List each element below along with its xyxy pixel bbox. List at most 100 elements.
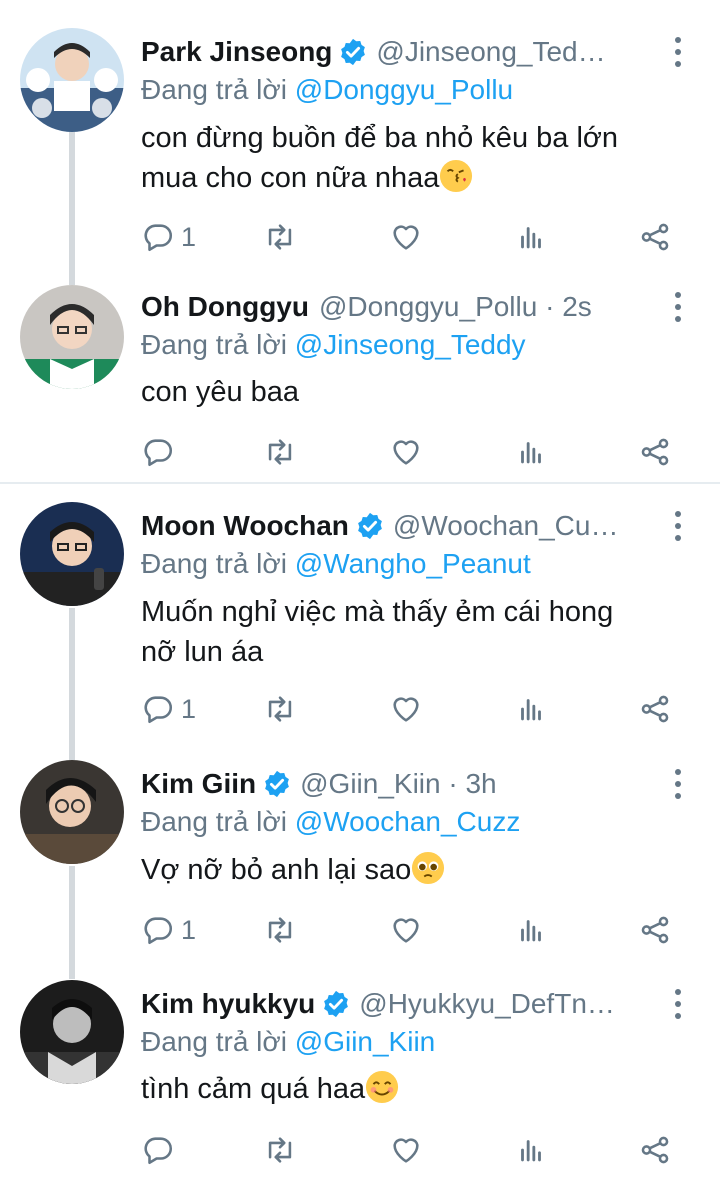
replying-to: Đang trả lời @Woochan_Cuzz xyxy=(141,806,520,838)
tweet[interactable]: Park Jinseong @Jinseong_Ted… Đang trả lờ… xyxy=(0,28,720,270)
display-name[interactable]: Park Jinseong xyxy=(141,36,332,68)
retweet-button[interactable] xyxy=(263,910,297,950)
reply-icon xyxy=(144,439,173,467)
reply-icon xyxy=(144,696,173,724)
reply-button[interactable]: 1 xyxy=(141,217,196,257)
like-icon xyxy=(393,1138,419,1163)
retweet-button[interactable] xyxy=(263,689,297,729)
avatar-image xyxy=(20,760,124,864)
share-icon xyxy=(641,438,669,466)
share-button[interactable] xyxy=(638,910,672,950)
more-icon[interactable] xyxy=(670,986,686,1022)
retweet-button[interactable] xyxy=(263,217,297,257)
like-button[interactable] xyxy=(389,689,423,729)
retweet-icon xyxy=(268,439,292,465)
analytics-icon xyxy=(521,1140,541,1162)
analytics-button[interactable] xyxy=(514,1130,548,1170)
more-icon[interactable] xyxy=(670,34,686,70)
face-blowing-kiss-emoji-icon xyxy=(440,159,473,193)
share-icon xyxy=(641,1136,669,1164)
display-name[interactable]: Kim hyukkyu xyxy=(141,988,315,1020)
analytics-button[interactable] xyxy=(514,910,548,950)
replying-label: Đang trả lời xyxy=(141,329,295,360)
retweet-button[interactable] xyxy=(263,1130,297,1170)
replying-label: Đang trả lời xyxy=(141,74,295,105)
tweet-header: Kim hyukkyu @Hyukkyu_DefTn… xyxy=(141,982,651,1026)
tweet-actions: 1 xyxy=(0,910,720,950)
thread-divider xyxy=(0,482,720,484)
display-name[interactable]: Moon Woochan xyxy=(141,510,349,542)
retweet-icon xyxy=(268,917,292,943)
like-button[interactable] xyxy=(389,217,423,257)
replying-label: Đang trả lời xyxy=(141,806,295,837)
replying-to: Đang trả lời @Giin_Kiin xyxy=(141,1026,435,1058)
like-button[interactable] xyxy=(389,910,423,950)
tweet-text-line: mua cho con nữa nhaa xyxy=(141,162,440,194)
handle[interactable]: @Jinseong_Ted… xyxy=(376,36,605,68)
avatar[interactable] xyxy=(20,502,124,606)
reply-button[interactable]: 1 xyxy=(141,689,196,729)
replying-to: Đang trả lời @Wangho_Peanut xyxy=(141,548,531,580)
more-icon[interactable] xyxy=(670,508,686,544)
tweet-header: Kim Giin @Giin_Kiin · 3h xyxy=(141,762,651,806)
reply-button[interactable] xyxy=(141,1130,181,1170)
avatar[interactable] xyxy=(20,760,124,864)
handle[interactable]: @Giin_Kiin · 3h xyxy=(300,768,497,800)
display-name[interactable]: Oh Donggyu xyxy=(141,291,309,323)
tweet-text-line-with-emoji: Vợ nỡ bỏ anh lại sao xyxy=(141,850,681,890)
retweet-icon xyxy=(268,1137,292,1163)
tweet[interactable]: Moon Woochan @Woochan_Cu… Đang trả lời @… xyxy=(0,502,720,744)
mention-link[interactable]: @Jinseong_Teddy xyxy=(295,329,526,360)
tweet-text-line: nỡ lun áa xyxy=(141,636,264,668)
share-button[interactable] xyxy=(638,689,672,729)
reply-icon xyxy=(144,917,173,945)
avatar[interactable] xyxy=(20,285,124,389)
share-button[interactable] xyxy=(638,217,672,257)
retweet-button[interactable] xyxy=(263,432,297,472)
analytics-button[interactable] xyxy=(514,217,548,257)
avatar[interactable] xyxy=(20,28,124,132)
tweet-text-line-with-emoji: mua cho con nữa nhaa xyxy=(141,158,681,198)
tweet-text: con đừng buồn để ba nhỏ kêu ba lớn mua c… xyxy=(141,118,681,198)
display-name[interactable]: Kim Giin xyxy=(141,768,256,800)
avatar-image xyxy=(20,980,124,1084)
like-button[interactable] xyxy=(389,1130,423,1170)
tweet-actions: 1 xyxy=(0,689,720,729)
tweet-text-line-with-emoji: tình cảm quá haa xyxy=(141,1069,681,1109)
mention-link[interactable]: @Donggyu_Pollu xyxy=(295,74,513,105)
handle[interactable]: @Donggyu_Pollu · 2s xyxy=(319,291,592,323)
tweet[interactable]: Kim Giin @Giin_Kiin · 3h Đang trả lời @W… xyxy=(0,760,720,962)
replying-label: Đang trả lời xyxy=(141,1026,295,1057)
avatar[interactable] xyxy=(20,980,124,1084)
more-icon[interactable] xyxy=(670,766,686,802)
share-button[interactable] xyxy=(638,432,672,472)
verified-badge-icon xyxy=(324,990,349,1018)
like-icon xyxy=(393,697,419,722)
more-icon[interactable] xyxy=(670,289,686,325)
like-button[interactable] xyxy=(389,432,423,472)
analytics-button[interactable] xyxy=(514,689,548,729)
reply-button[interactable] xyxy=(141,432,181,472)
retweet-icon xyxy=(268,696,292,722)
analytics-icon xyxy=(521,920,541,942)
handle[interactable]: @Hyukkyu_DefTn… xyxy=(359,988,615,1020)
reply-button[interactable]: 1 xyxy=(141,910,196,950)
reply-count: 1 xyxy=(181,914,197,945)
share-icon xyxy=(641,223,669,251)
analytics-icon xyxy=(521,699,541,721)
analytics-button[interactable] xyxy=(514,432,548,472)
tweet[interactable]: Oh Donggyu @Donggyu_Pollu · 2s Đang trả … xyxy=(0,285,720,480)
tweet-text: con yêu baa xyxy=(141,372,681,412)
tweet-text: Muốn nghỉ việc mà thấy ẻm cái hong nỡ lu… xyxy=(141,592,681,672)
share-button[interactable] xyxy=(638,1130,672,1170)
tweet-header: Moon Woochan @Woochan_Cu… xyxy=(141,504,651,548)
mention-link[interactable]: @Giin_Kiin xyxy=(295,1026,435,1057)
replying-label: Đang trả lời xyxy=(141,548,295,579)
tweet[interactable]: Kim hyukkyu @Hyukkyu_DefTn… Đang trả lời… xyxy=(0,980,720,1182)
mention-link[interactable]: @Woochan_Cuzz xyxy=(295,806,521,837)
tweet-actions xyxy=(0,432,720,472)
mention-link[interactable]: @Wangho_Peanut xyxy=(295,548,531,579)
replying-to: Đang trả lời @Donggyu_Pollu xyxy=(141,74,513,106)
handle[interactable]: @Woochan_Cu… xyxy=(393,510,619,542)
tweet-header: Oh Donggyu @Donggyu_Pollu · 2s xyxy=(141,285,651,329)
